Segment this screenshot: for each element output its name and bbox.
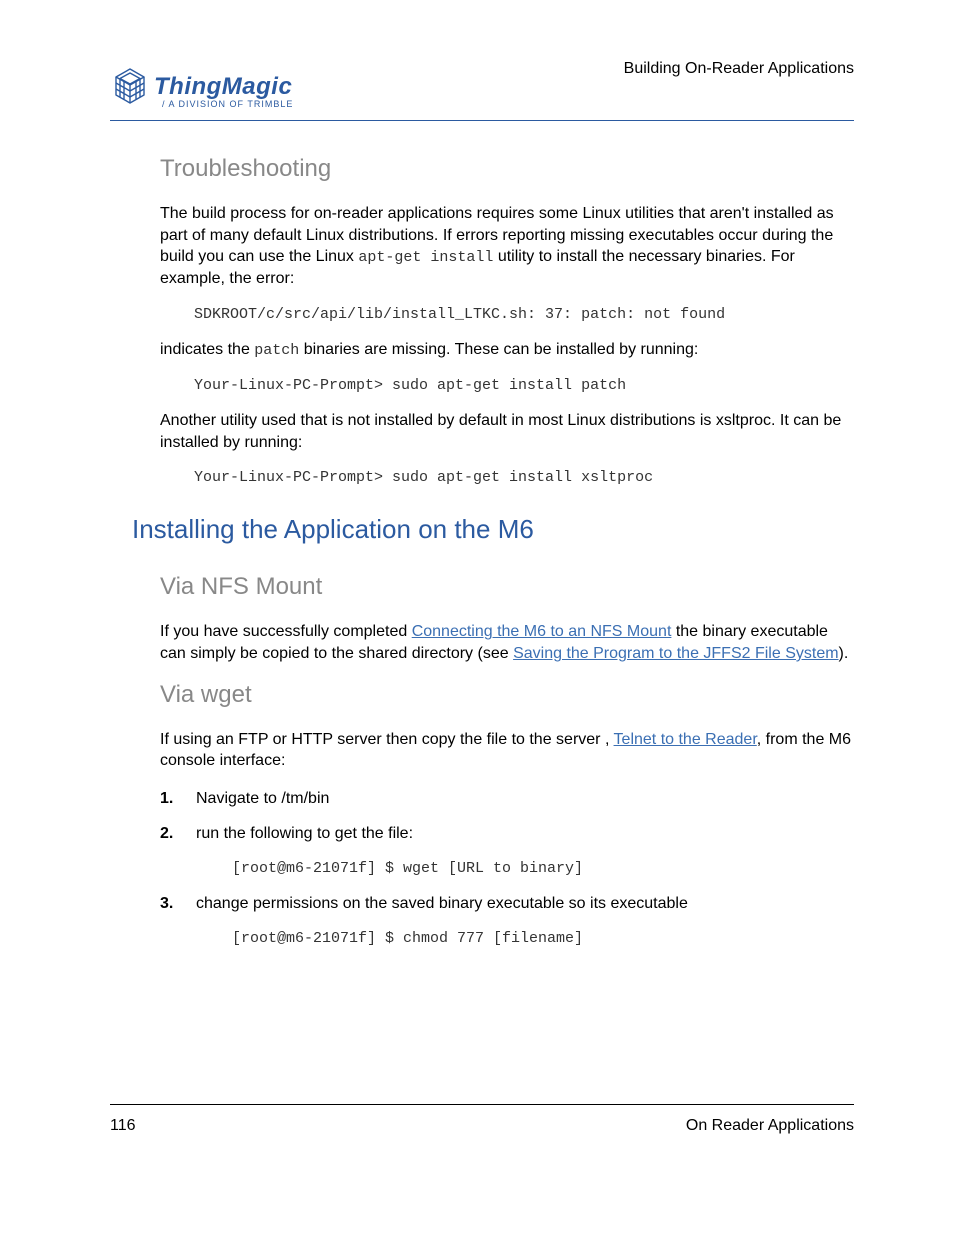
header-section-title: Building On-Reader Applications bbox=[624, 60, 854, 114]
link-telnet-reader[interactable]: Telnet to the Reader bbox=[614, 731, 757, 748]
thingmagic-cube-icon bbox=[110, 67, 150, 114]
paragraph: indicates the patch binaries are missing… bbox=[160, 339, 854, 361]
step-item: change permissions on the saved binary e… bbox=[160, 893, 854, 949]
footer-title: On Reader Applications bbox=[686, 1117, 854, 1135]
paragraph: Another utility used that is not install… bbox=[160, 410, 854, 453]
code-block: Your-Linux-PC-Prompt> sudo apt-get insta… bbox=[194, 377, 854, 394]
heading-troubleshooting: Troubleshooting bbox=[160, 155, 854, 183]
logo-sub-text: / A DIVISION OF TRIMBLE bbox=[154, 99, 293, 109]
logo: ThingMagic / A DIVISION OF TRIMBLE bbox=[110, 67, 293, 114]
code-inline: apt-get install bbox=[358, 249, 493, 266]
heading-installing: Installing the Application on the M6 bbox=[132, 514, 854, 545]
heading-via-nfs: Via NFS Mount bbox=[160, 573, 854, 601]
paragraph: The build process for on-reader applicat… bbox=[160, 203, 854, 290]
step-item: Navigate to /tm/bin bbox=[160, 788, 854, 810]
logo-main-text: ThingMagic bbox=[154, 73, 293, 101]
code-block: Your-Linux-PC-Prompt> sudo apt-get insta… bbox=[194, 469, 854, 486]
step-text: change permissions on the saved binary e… bbox=[196, 895, 688, 912]
heading-via-wget: Via wget bbox=[160, 681, 854, 709]
link-connecting-nfs[interactable]: Connecting the M6 to an NFS Mount bbox=[412, 623, 672, 640]
code-block: [root@m6-21071f] $ chmod 777 [filename] bbox=[232, 929, 854, 949]
page-content: Troubleshooting The build process for on… bbox=[110, 155, 854, 949]
page-footer: 116 On Reader Applications bbox=[110, 1104, 854, 1135]
code-block: [root@m6-21071f] $ wget [URL to binary] bbox=[232, 859, 854, 879]
step-text: Navigate to /tm/bin bbox=[196, 790, 329, 807]
page-header: ThingMagic / A DIVISION OF TRIMBLE Build… bbox=[110, 60, 854, 121]
code-inline: patch bbox=[254, 342, 299, 359]
page-number: 116 bbox=[110, 1117, 136, 1135]
step-item: run the following to get the file: [root… bbox=[160, 823, 854, 879]
paragraph: If you have successfully completed Conne… bbox=[160, 621, 854, 664]
code-block: SDKROOT/c/src/api/lib/install_LTKC.sh: 3… bbox=[194, 306, 854, 323]
logo-text: ThingMagic / A DIVISION OF TRIMBLE bbox=[154, 73, 293, 109]
link-saving-jffs2[interactable]: Saving the Program to the JFFS2 File Sys… bbox=[513, 645, 838, 662]
paragraph: If using an FTP or HTTP server then copy… bbox=[160, 729, 854, 772]
step-text: run the following to get the file: bbox=[196, 825, 413, 842]
steps-list: Navigate to /tm/bin run the following to… bbox=[160, 788, 854, 949]
